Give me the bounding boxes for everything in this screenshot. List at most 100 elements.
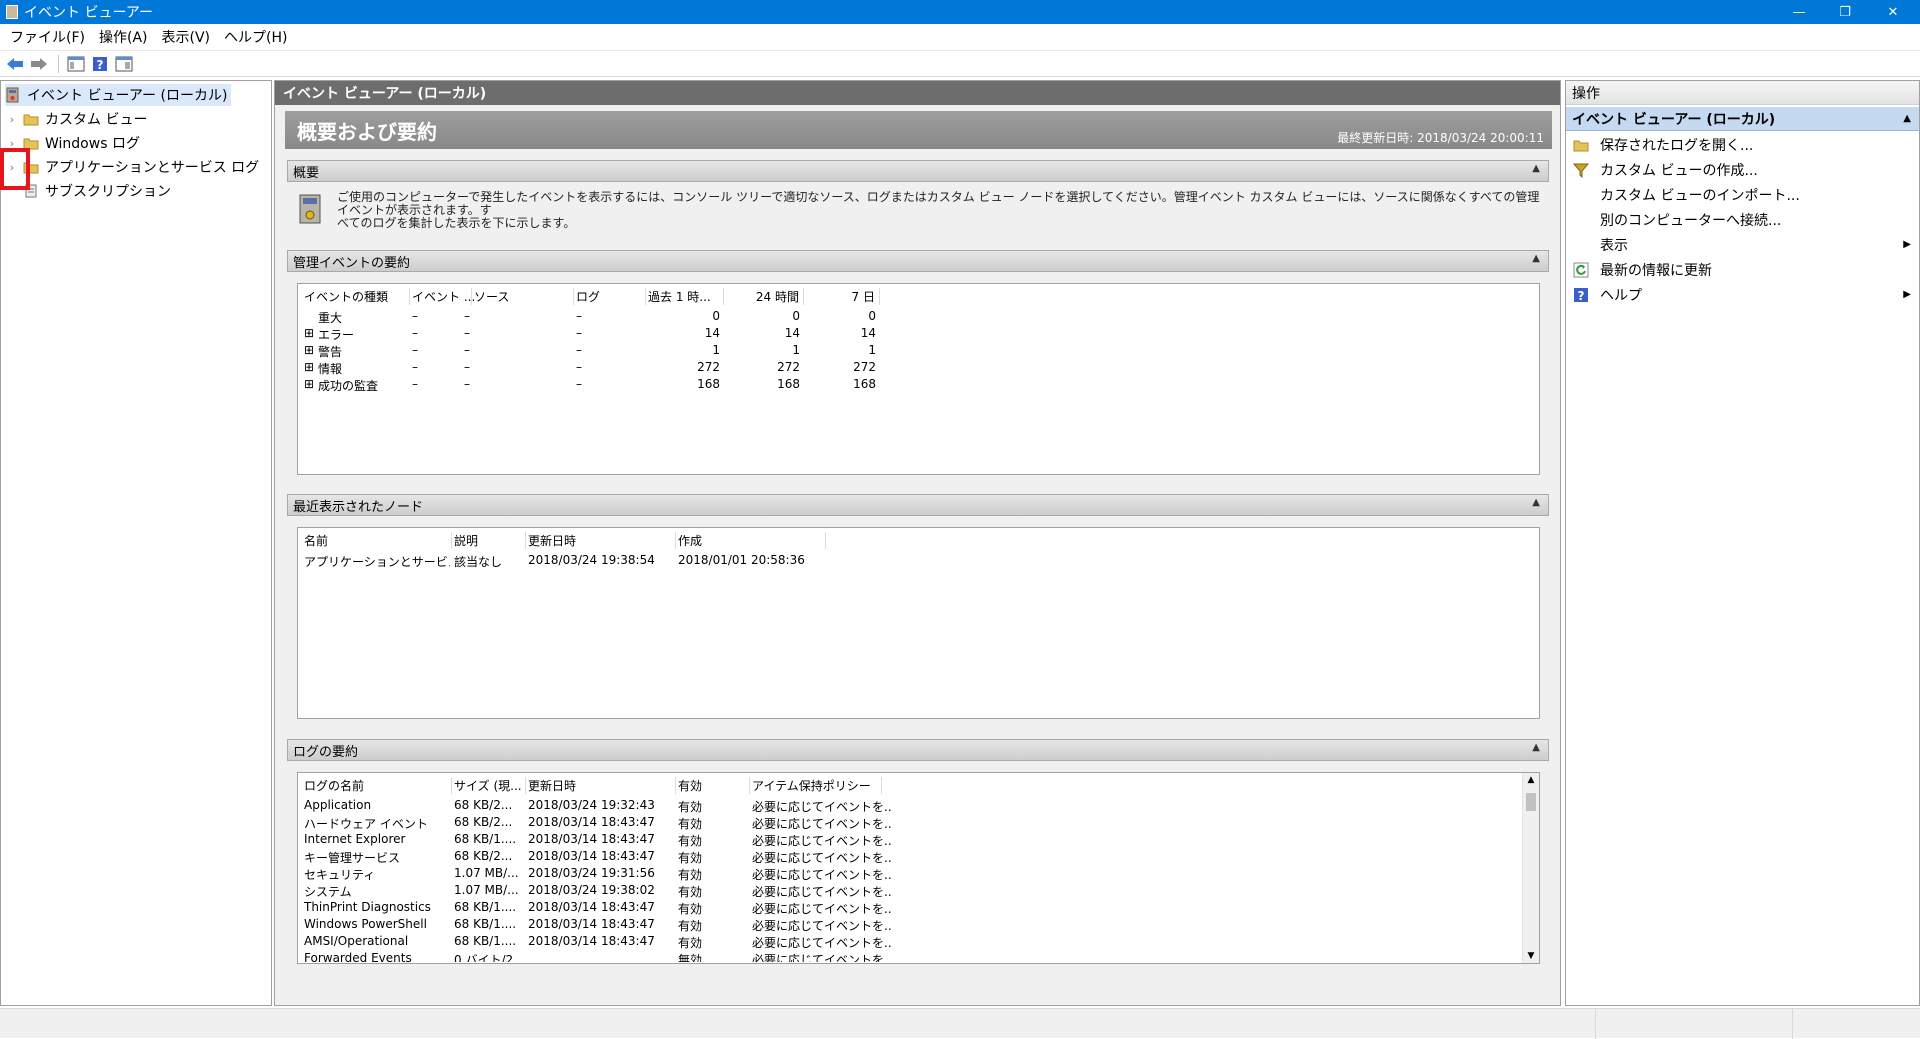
expand-icon[interactable]: ⊞ xyxy=(304,377,316,391)
action-view[interactable]: 表示 ▶ xyxy=(1566,232,1919,257)
tree-item-label: アプリケーションとサービス ログ xyxy=(45,160,260,176)
log-name-cell: Forwarded Events xyxy=(304,951,412,962)
minimize-button[interactable]: — xyxy=(1776,0,1822,24)
last-hour-cell: 0 xyxy=(712,309,720,323)
col-retention-policy[interactable]: アイテム保持ポリシー xyxy=(752,777,882,794)
close-button[interactable]: ✕ xyxy=(1870,0,1916,24)
center-header: イベント ビューアー (ローカル) xyxy=(275,81,1560,105)
log-name-cell: ハードウェア イベント xyxy=(304,817,428,831)
admin-events-table: イベントの種類 イベント ... ソース ログ 過去 1 時... 24 時間 … xyxy=(297,283,1540,475)
table-row[interactable]: アプリケーションとサービス ... 該当なし 2018/03/24 19:38:54… xyxy=(304,553,864,570)
expand-icon[interactable]: ⊞ xyxy=(304,360,316,374)
size-cell: 68 KB/1.... xyxy=(454,934,517,948)
menu-help[interactable]: ヘルプ(H) xyxy=(224,27,287,47)
log-name-cell: キー管理サービス xyxy=(304,851,401,865)
enabled-cell: 無効 xyxy=(678,953,703,962)
retention-policy-cell: 必要に応じてイベントを... xyxy=(752,953,892,962)
tree-item-applications-and-services-logs[interactable]: › アプリケーションとサービス ログ xyxy=(7,156,259,178)
table-row[interactable]: ⊞ 成功の監査 – – – 168 168 168 xyxy=(304,377,884,394)
expand-icon[interactable]: ⊞ xyxy=(304,326,316,340)
col-7-days[interactable]: 7 日 xyxy=(804,288,880,305)
action-import-custom-view[interactable]: カスタム ビューのインポート... xyxy=(1566,182,1919,207)
table-row[interactable]: Application 68 KB/2... 2018/03/24 19:32:43… xyxy=(304,798,904,815)
action-help[interactable]: ? ヘルプ ▶ xyxy=(1566,282,1919,307)
section-overview[interactable]: 概要 ▲ xyxy=(287,160,1549,182)
action-label: カスタム ビューの作成... xyxy=(1600,162,1758,179)
col-source[interactable]: ソース xyxy=(474,288,574,305)
event-type-cell: 情報 xyxy=(318,362,343,376)
scrollbar-thumb[interactable] xyxy=(1526,793,1536,811)
menu-file[interactable]: ファイル(F) xyxy=(10,27,85,47)
vertical-scrollbar[interactable]: ▲ ▼ xyxy=(1522,773,1539,963)
table-row[interactable]: ThinPrint Diagnostics 68 KB/1.... 2018/03/… xyxy=(304,900,904,917)
collapse-icon[interactable]: ▲ xyxy=(1532,253,1540,264)
col-last-hour[interactable]: 過去 1 時... xyxy=(648,288,724,305)
event-type-cell: エラー xyxy=(318,328,355,342)
collapse-icon[interactable]: ▲ xyxy=(1903,113,1911,124)
col-log-name[interactable]: ログの名前 xyxy=(304,777,452,794)
col-event-id[interactable]: イベント ... xyxy=(412,288,475,305)
expand-arrow-icon[interactable]: › xyxy=(7,113,17,126)
show-hide-console-tree-icon[interactable] xyxy=(65,54,87,74)
table-row[interactable]: Windows PowerShell 68 KB/1.... 2018/03/14 … xyxy=(304,917,904,934)
source-cell: – xyxy=(464,360,470,374)
collapse-icon[interactable]: ▲ xyxy=(1532,163,1540,174)
table-row[interactable]: ⊞ エラー – – – 14 14 14 xyxy=(304,326,884,343)
size-cell: 68 KB/1.... xyxy=(454,900,517,914)
table-row[interactable]: キー管理サービス 68 KB/2... 2018/03/14 18:43:47 有効 必… xyxy=(304,849,904,866)
center-pane: イベント ビューアー (ローカル) 概要および要約 最終更新日時: 2018/0… xyxy=(274,80,1561,1006)
restore-button[interactable]: ❐ xyxy=(1822,0,1868,24)
col-enabled[interactable]: 有効 xyxy=(678,777,750,794)
col-log[interactable]: ログ xyxy=(576,288,646,305)
retention-policy-cell: 必要に応じてイベントを... xyxy=(752,851,892,865)
col-description[interactable]: 説明 xyxy=(454,532,526,549)
size-cell: 1.07 MB/... xyxy=(454,883,519,897)
table-row[interactable]: ⊞ 情報 – – – 272 272 272 xyxy=(304,360,884,377)
24-hours-cell: 272 xyxy=(777,360,800,374)
forward-icon[interactable] xyxy=(28,54,50,74)
table-row[interactable]: 重大 – – – 0 0 0 xyxy=(304,309,884,326)
action-refresh[interactable]: 最新の情報に更新 xyxy=(1566,257,1919,282)
actions-section-header[interactable]: イベント ビューアー (ローカル) ▲ xyxy=(1566,107,1919,131)
collapse-icon[interactable]: ▲ xyxy=(1532,497,1540,508)
collapse-icon[interactable]: ▲ xyxy=(1532,742,1540,753)
expand-icon[interactable]: ⊞ xyxy=(304,343,316,357)
table-row[interactable]: Internet Explorer 68 KB/1.... 2018/03/14 1… xyxy=(304,832,904,849)
back-icon[interactable] xyxy=(4,54,26,74)
name-cell: アプリケーションとサービス ... xyxy=(304,555,450,569)
help-icon[interactable]: ? xyxy=(89,54,111,74)
tree-item-custom-views[interactable]: › カスタム ビュー xyxy=(7,108,148,130)
scroll-down-icon[interactable]: ▼ xyxy=(1523,951,1539,961)
log-cell: – xyxy=(576,343,582,357)
section-log-summary[interactable]: ログの要約 ▲ xyxy=(287,739,1549,761)
section-recently-viewed-nodes[interactable]: 最近表示されたノード ▲ xyxy=(287,494,1549,516)
col-name[interactable]: 名前 xyxy=(304,532,452,549)
scroll-up-icon[interactable]: ▲ xyxy=(1523,775,1539,785)
tree-item-subscriptions[interactable]: サブスクリプション xyxy=(7,180,171,202)
table-row[interactable]: システム 1.07 MB/... 2018/03/24 19:38:02 有効 必要に応… xyxy=(304,883,904,900)
action-open-saved-log[interactable]: 保存されたログを開く... xyxy=(1566,132,1919,157)
table-row[interactable]: Forwarded Events 0 バイト/2... 無効 必要に応じてイベントを.… xyxy=(304,951,904,962)
event-id-cell: – xyxy=(412,343,418,357)
action-create-custom-view[interactable]: カスタム ビューの作成... xyxy=(1566,157,1919,182)
col-event-type[interactable]: イベントの種類 xyxy=(304,288,410,305)
col-24-hours[interactable]: 24 時間 xyxy=(724,288,804,305)
col-modified[interactable]: 更新日時 xyxy=(528,777,676,794)
col-created[interactable]: 作成 xyxy=(678,532,826,549)
action-connect-to-another-computer[interactable]: 別のコンピューターへ接続... xyxy=(1566,207,1919,232)
show-hide-action-pane-icon[interactable] xyxy=(113,54,135,74)
menu-view[interactable]: 表示(V) xyxy=(162,27,211,47)
tree-root-event-viewer-local[interactable]: イベント ビューアー (ローカル) xyxy=(5,84,232,106)
table-row[interactable]: ⊞ 警告 – – – 1 1 1 xyxy=(304,343,884,360)
submenu-arrow-icon: ▶ xyxy=(1903,289,1911,300)
enabled-cell: 有効 xyxy=(678,868,703,882)
section-admin-events-summary[interactable]: 管理イベントの要約 ▲ xyxy=(287,250,1549,272)
status-bar xyxy=(0,1008,1920,1039)
col-modified[interactable]: 更新日時 xyxy=(528,532,676,549)
col-size[interactable]: サイズ (現... xyxy=(454,777,526,794)
table-row[interactable]: セキュリティ 1.07 MB/... 2018/03/24 19:31:56 有効 必要… xyxy=(304,866,904,883)
table-row[interactable]: AMSI/Operational 68 KB/1.... 2018/03/14 18… xyxy=(304,934,904,951)
size-cell: 0 バイト/2... xyxy=(454,953,525,962)
menu-action[interactable]: 操作(A) xyxy=(99,27,148,47)
table-row[interactable]: ハードウェア イベント 68 KB/2... 2018/03/14 18:43:47… xyxy=(304,815,904,832)
